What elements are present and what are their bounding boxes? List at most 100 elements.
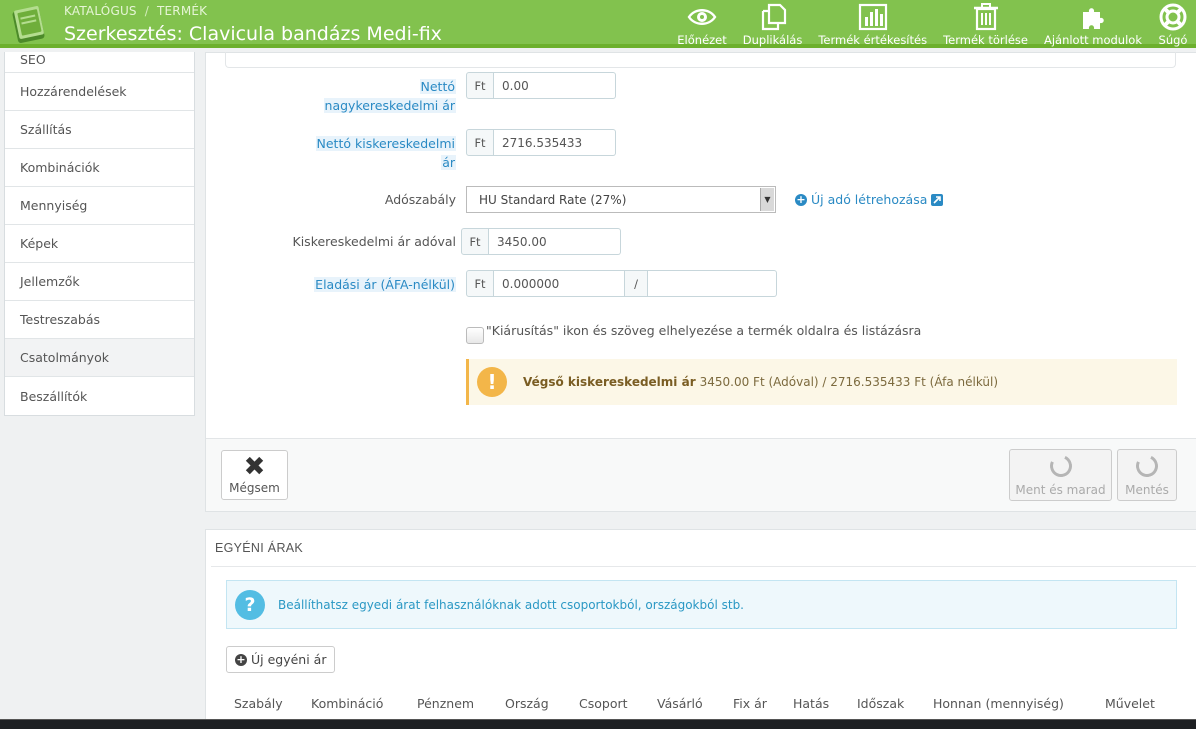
breadcrumb-separator: / — [144, 4, 149, 18]
plus-circle-icon: + — [795, 192, 807, 206]
close-icon: ✖ — [243, 452, 266, 482]
recommended-modules-label: Ajánlott modulok — [1043, 33, 1142, 47]
column-header-action: Művelet — [1105, 696, 1155, 711]
dropdown-arrow-icon[interactable]: ▼ — [760, 188, 774, 211]
cancel-button[interactable]: ✖ Mégsem — [221, 450, 288, 500]
book-logo-icon[interactable] — [6, 4, 52, 46]
tax-rule-selected: HU Standard Rate (27%) — [479, 192, 627, 207]
plus-circle-icon: + — [235, 652, 247, 666]
retail-with-tax-input[interactable]: 3450.00 — [489, 228, 621, 255]
duplicate-button[interactable]: Duplikálás — [735, 0, 811, 48]
new-tax-link-label: Új adó létrehozása — [811, 192, 928, 207]
help-label: Súgó — [1158, 33, 1188, 47]
specific-prices-info: ? Beállíthatsz egyedi árat felhasználókn… — [226, 580, 1177, 629]
column-header-impact: Hatás — [793, 696, 830, 711]
column-header-country: Ország — [505, 696, 549, 711]
unit-price-group: Ft 0.000000 / — [466, 270, 777, 297]
currency-addon: Ft — [466, 72, 494, 99]
bar-chart-icon — [858, 3, 887, 31]
cancel-label: Mégsem — [229, 481, 280, 495]
retail-price-input[interactable]: 2716.535433 — [494, 129, 616, 156]
sidebar-item-shipping[interactable]: Szállítás — [5, 111, 194, 149]
save-and-stay-button[interactable]: Ment és marad — [1009, 449, 1112, 501]
new-tax-link[interactable]: + Új adó létrehozása — [795, 192, 944, 207]
copy-icon — [761, 3, 786, 31]
unit-price-input[interactable]: 0.000000 — [494, 270, 625, 297]
product-tabs-sidebar: SEO Hozzárendelések Szállítás Kombináció… — [4, 52, 195, 416]
spinner-icon — [1046, 451, 1075, 481]
unit-price-label: Eladási ár (ÁFA-nélkül) — [280, 275, 456, 294]
help-button[interactable]: Súgó — [1150, 0, 1196, 48]
currency-addon: Ft — [461, 228, 489, 255]
save-and-stay-label: Ment és marad — [1015, 483, 1106, 497]
wholesale-price-label: Nettó nagykereskedelmi ár — [300, 77, 456, 115]
wholesale-price-label-line1: Nettó — [419, 79, 456, 94]
on-sale-checkbox[interactable] — [466, 327, 484, 344]
column-header-period: Időszak — [857, 696, 905, 711]
toolbar: Előnézet Duplikálás Termék értékesítés T… — [669, 0, 1196, 48]
unit-input[interactable] — [648, 270, 777, 297]
on-sale-label[interactable]: "Kiárusítás" ikon és szöveg elhelyezése … — [486, 323, 921, 338]
sidebar-item-suppliers[interactable]: Beszállítók — [5, 377, 194, 415]
sidebar-item-associations[interactable]: Hozzárendelések — [5, 73, 194, 111]
add-specific-price-label: Új egyéni ár — [251, 652, 327, 667]
divider — [211, 566, 1196, 567]
specific-prices-info-text: Beállíthatsz egyedi árat felhasználóknak… — [278, 597, 744, 612]
sidebar-item-images[interactable]: Képek — [5, 225, 194, 263]
recommended-modules-button[interactable]: Ajánlott modulok — [1036, 0, 1150, 48]
column-header-customer: Vásárló — [657, 696, 703, 711]
unit-price-label-text: Eladási ár (ÁFA-nélkül) — [314, 277, 456, 292]
retail-price-label-line1: Nettó kiskereskedelmi — [315, 136, 456, 151]
sidebar-item-features[interactable]: Jellemzők — [5, 263, 194, 301]
page-title: Szerkesztés: Clavicula bandázs Medi-fix — [64, 23, 442, 45]
currency-addon: Ft — [466, 129, 494, 156]
final-price-alert: ! Végső kiskereskedelmi ár 3450.00 Ft (A… — [466, 359, 1177, 405]
spinner-icon — [1132, 451, 1162, 481]
sidebar-item-customization[interactable]: Testreszabás — [5, 301, 194, 339]
sidebar-item-seo[interactable]: SEO — [5, 52, 194, 73]
trash-icon — [973, 3, 998, 31]
os-taskbar — [0, 719, 1196, 729]
column-header-currency: Pénznem — [417, 696, 475, 711]
tax-rule-label: Adószabály — [384, 192, 456, 207]
lifebuoy-icon — [1159, 3, 1187, 31]
question-icon: ? — [235, 589, 265, 620]
column-header-combination: Kombináció — [311, 696, 384, 711]
preview-label: Előnézet — [677, 33, 727, 47]
sales-label: Termék értékesítés — [818, 33, 928, 47]
sidebar-item-quantities[interactable]: Mennyiség — [5, 187, 194, 225]
currency-addon: Ft — [466, 270, 494, 297]
specific-prices-title: EGYÉNI ÁRAK — [215, 541, 304, 555]
wholesale-price-input[interactable]: 0.00 — [494, 72, 616, 99]
sidebar-item-attachments[interactable]: Csatolmányok — [5, 339, 194, 377]
retail-price-label-line2: ár — [441, 155, 456, 170]
unit-separator-addon: / — [625, 270, 648, 297]
retail-price-label: Nettó kiskereskedelmi ár — [300, 134, 456, 172]
delete-product-label: Termék törlése — [943, 33, 1028, 47]
column-header-from-quantity: Honnan (mennyiség) — [933, 696, 1064, 711]
wholesale-price-label-line2: nagykereskedelmi ár — [323, 98, 456, 113]
column-header-fixed-price: Fix ár — [733, 696, 767, 711]
panel-top-strip — [225, 52, 1176, 68]
retail-price-group: Ft 2716.535433 — [466, 129, 616, 156]
breadcrumb-product[interactable]: TERMÉK — [157, 4, 207, 18]
external-link-icon — [931, 193, 944, 206]
retail-with-tax-group: Ft 3450.00 — [461, 228, 621, 255]
add-specific-price-button[interactable]: + Új egyéni ár — [226, 646, 336, 673]
retail-with-tax-label: Kiskereskedelmi ár adóval — [292, 234, 456, 249]
tax-rule-select[interactable]: HU Standard Rate (27%) ▼ — [466, 186, 776, 213]
preview-button[interactable]: Előnézet — [669, 0, 734, 48]
wholesale-price-group: Ft 0.00 — [466, 72, 616, 99]
column-header-group: Csoport — [579, 696, 628, 711]
save-label: Mentés — [1125, 483, 1169, 497]
sales-button[interactable]: Termék értékesítés — [810, 0, 935, 48]
delete-product-button[interactable]: Termék törlése — [935, 0, 1036, 48]
save-button[interactable]: Mentés — [1117, 449, 1177, 501]
duplicate-label: Duplikálás — [742, 33, 803, 47]
breadcrumb: KATALÓGUS / TERMÉK — [64, 4, 207, 18]
eye-icon — [687, 9, 717, 25]
final-price-text: 3450.00 Ft (Adóval) / 2716.535433 Ft (Áf… — [699, 375, 999, 389]
column-header-rule: Szabály — [234, 696, 283, 711]
breadcrumb-catalog[interactable]: KATALÓGUS — [64, 4, 137, 18]
sidebar-item-combinations[interactable]: Kombinációk — [5, 149, 194, 187]
